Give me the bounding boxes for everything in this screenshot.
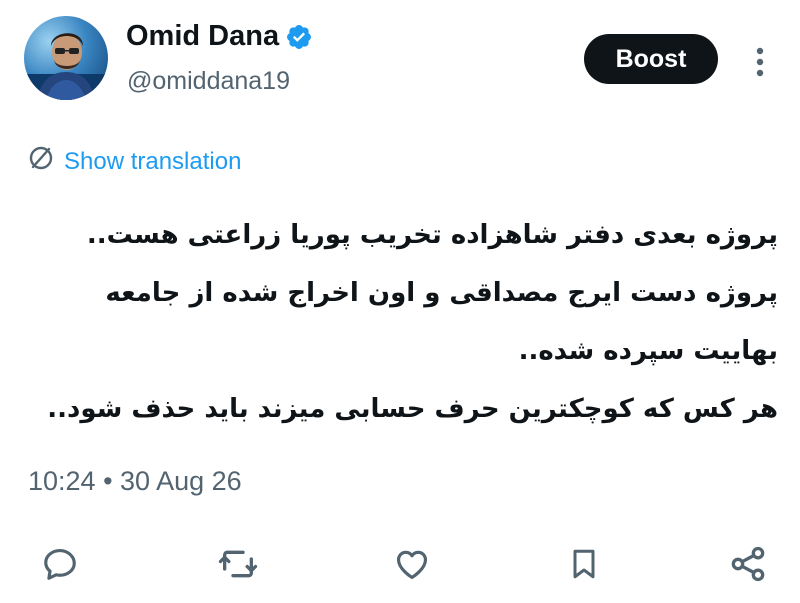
bookmark-icon[interactable] — [560, 540, 608, 588]
more-vertical-icon[interactable] — [746, 44, 774, 80]
tweet-line: هر کس که کوچکترین حرف حسابی میزند باید ح… — [47, 394, 778, 424]
author-handle[interactable]: @omiddana19 — [127, 67, 290, 96]
author-name[interactable]: Omid Dana — [126, 20, 313, 53]
share-icon[interactable] — [724, 540, 772, 588]
avatar[interactable] — [24, 16, 108, 100]
show-translation-label: Show translation — [64, 147, 242, 175]
heart-icon[interactable] — [388, 540, 436, 588]
tweet-text: پروژه بعدی دفتر شاهزاده تخریب پوریا زراع… — [24, 206, 778, 438]
tweet-line: پروژه بعدی دفتر شاهزاده تخریب پوریا زراع… — [86, 220, 778, 250]
translate-icon — [28, 145, 54, 178]
action-bar — [0, 540, 800, 590]
tweet-timestamp[interactable]: 10:24 • 30 Aug 26 — [28, 466, 242, 497]
tweet-line: بهاییت سپرده شده.. — [518, 336, 778, 366]
tweet-line: پروژه دست ایرج مصداقی و اون اخراج شده از… — [105, 278, 778, 308]
display-name-text: Omid Dana — [126, 20, 280, 52]
repost-icon[interactable] — [214, 540, 262, 588]
show-translation-link[interactable]: Show translation — [28, 145, 241, 178]
boost-button[interactable]: Boost — [584, 34, 718, 84]
reply-icon[interactable] — [36, 540, 84, 588]
verified-badge-icon — [285, 23, 313, 51]
